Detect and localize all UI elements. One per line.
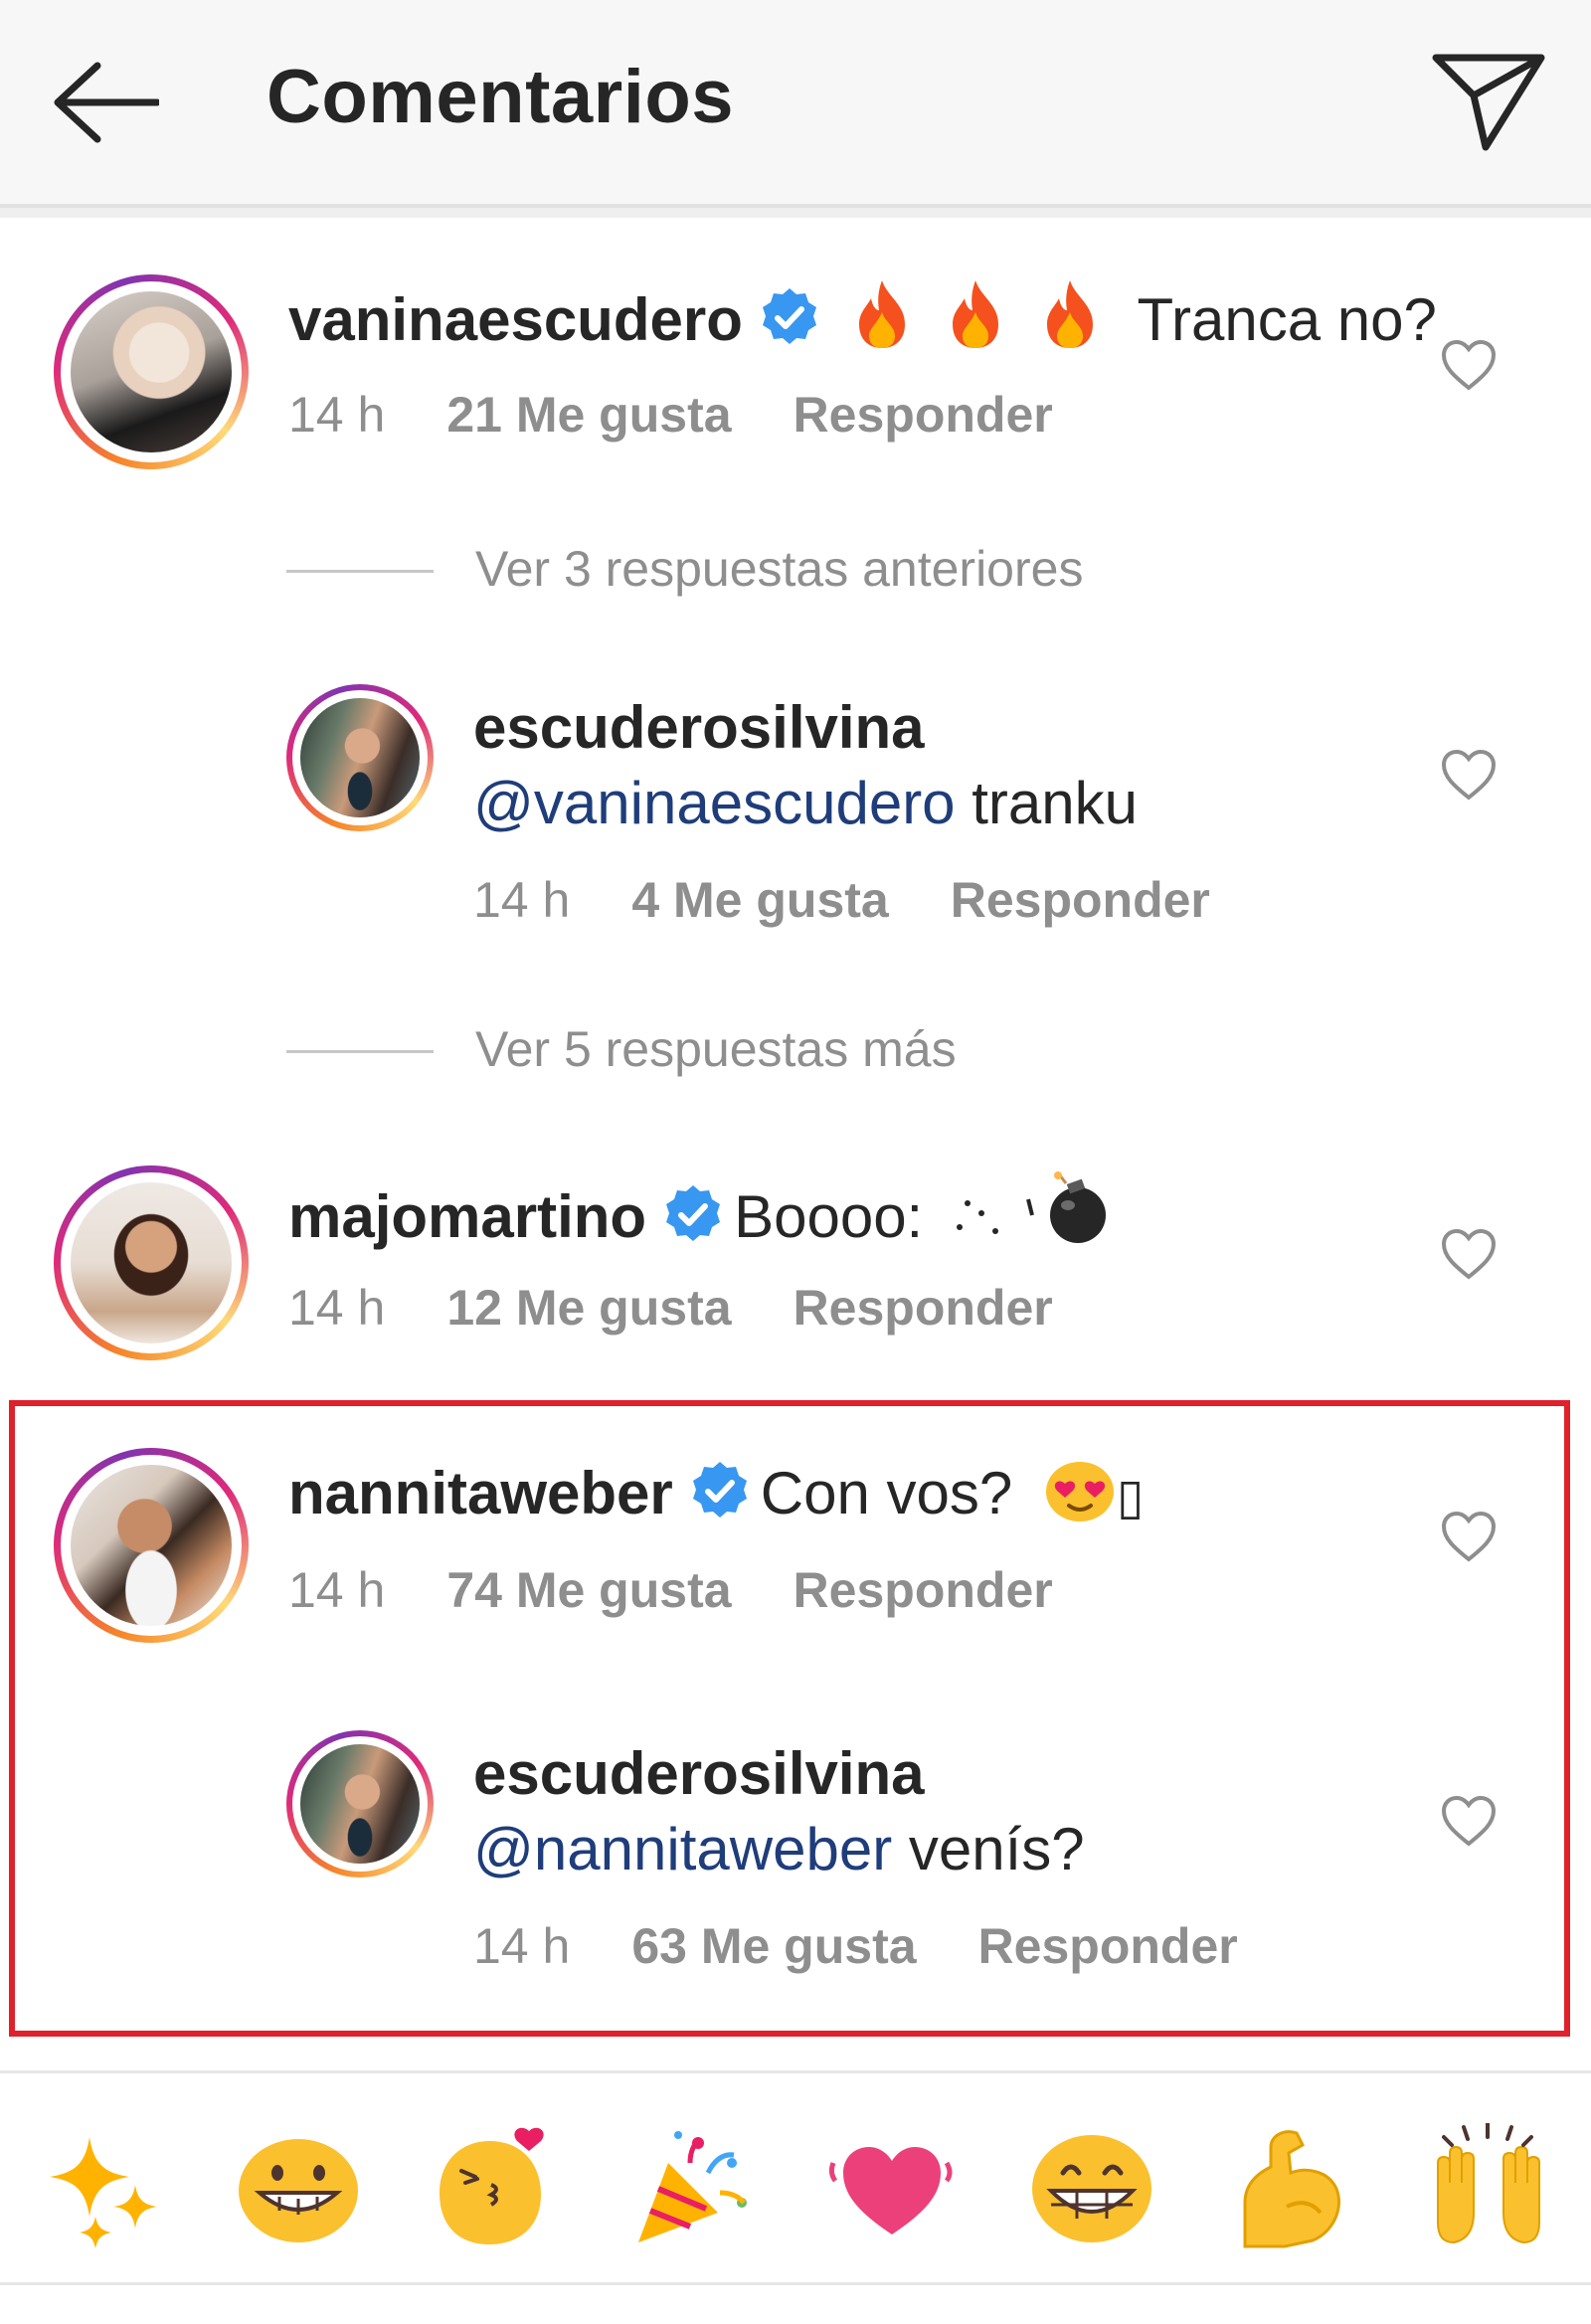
sparkles-emoji[interactable] xyxy=(38,2123,167,2252)
avatar[interactable] xyxy=(54,1448,249,1643)
beaming-emoji[interactable] xyxy=(1027,2123,1156,2252)
reply-button[interactable]: Responder xyxy=(794,386,1053,444)
reply-button[interactable]: Responder xyxy=(794,1561,1053,1619)
heart-emoji[interactable] xyxy=(827,2123,957,2252)
avatar[interactable] xyxy=(286,1730,434,1877)
like-heart-icon[interactable] xyxy=(1440,1794,1498,1848)
bottom-divider xyxy=(0,2282,1591,2285)
dots-emoji xyxy=(956,1200,998,1234)
fire-emoji xyxy=(953,280,999,348)
kissing-emoji[interactable] xyxy=(430,2123,559,2252)
username[interactable]: vaninaescudero xyxy=(288,286,743,353)
heart-eyes-emoji xyxy=(1045,1462,1114,1521)
grinning-emoji[interactable] xyxy=(234,2123,363,2252)
comment-text: Boooo: xyxy=(734,1183,924,1250)
page-title: Comentarios xyxy=(266,55,735,139)
view-previous-replies[interactable]: Ver 3 respuestas anteriores xyxy=(286,540,1480,600)
verified-badge-icon xyxy=(692,1462,747,1518)
divider-dash xyxy=(286,1050,434,1053)
avatar[interactable] xyxy=(54,1165,249,1360)
reply-text: tranku xyxy=(955,770,1138,836)
mention-link[interactable]: @nannitaweber xyxy=(473,1816,892,1882)
paper-plane-icon[interactable] xyxy=(1430,50,1547,153)
divider-dash xyxy=(286,570,434,573)
likes-count[interactable]: 74 Me gusta xyxy=(446,1561,731,1619)
verified-badge-icon xyxy=(666,1185,721,1241)
party-popper-emoji[interactable] xyxy=(628,2123,758,2252)
comment-text: Con vos? xyxy=(760,1460,1013,1526)
reply-button[interactable]: Responder xyxy=(794,1279,1053,1337)
fire-emoji xyxy=(1046,280,1093,348)
likes-count[interactable]: 21 Me gusta xyxy=(446,386,731,444)
view-previous-replies-label: Ver 3 respuestas anteriores xyxy=(475,541,1084,597)
reply-button[interactable]: Responder xyxy=(978,1917,1238,1975)
like-heart-icon[interactable] xyxy=(1440,748,1498,802)
likes-count[interactable]: 4 Me gusta xyxy=(631,871,888,929)
reply-button[interactable]: Responder xyxy=(951,871,1210,929)
verified-badge-icon xyxy=(762,288,816,344)
like-heart-icon[interactable] xyxy=(1440,1510,1498,1563)
timestamp: 14 h xyxy=(473,1918,571,1974)
raising-hands-emoji[interactable] xyxy=(1424,2123,1553,2252)
reply-text: venís? xyxy=(892,1816,1085,1882)
view-more-replies-label: Ver 5 respuestas más xyxy=(475,1021,957,1077)
username[interactable]: majomartino xyxy=(288,1183,646,1250)
username[interactable]: nannitaweber xyxy=(288,1460,673,1526)
comment-text: Tranca no? xyxy=(1137,286,1437,353)
timestamp: 14 h xyxy=(288,1280,386,1336)
timestamp: 14 h xyxy=(473,872,571,928)
arrow-left-icon[interactable] xyxy=(50,58,159,147)
username[interactable]: escuderosilvina xyxy=(473,1740,925,1807)
bomb-emoji xyxy=(1025,1171,1106,1243)
avatar[interactable] xyxy=(286,684,434,831)
missing-glyph: ▯ xyxy=(1116,1469,1145,1524)
emoji-quick-bar xyxy=(0,2070,1591,2282)
top-bar: Comentarios xyxy=(0,0,1591,208)
username[interactable]: escuderosilvina xyxy=(473,694,925,761)
mention-link[interactable]: @vaninaescudero xyxy=(473,770,956,836)
likes-count[interactable]: 63 Me gusta xyxy=(631,1917,916,1975)
like-heart-icon[interactable] xyxy=(1440,338,1498,392)
avatar[interactable] xyxy=(54,274,249,469)
fire-emoji xyxy=(858,280,905,348)
header-divider xyxy=(0,208,1591,218)
timestamp: 14 h xyxy=(288,387,386,443)
like-heart-icon[interactable] xyxy=(1440,1227,1498,1281)
flexed-biceps-emoji[interactable] xyxy=(1225,2123,1354,2252)
timestamp: 14 h xyxy=(288,1562,386,1618)
view-more-replies[interactable]: Ver 5 respuestas más xyxy=(286,1020,1480,1080)
likes-count[interactable]: 12 Me gusta xyxy=(446,1279,731,1337)
